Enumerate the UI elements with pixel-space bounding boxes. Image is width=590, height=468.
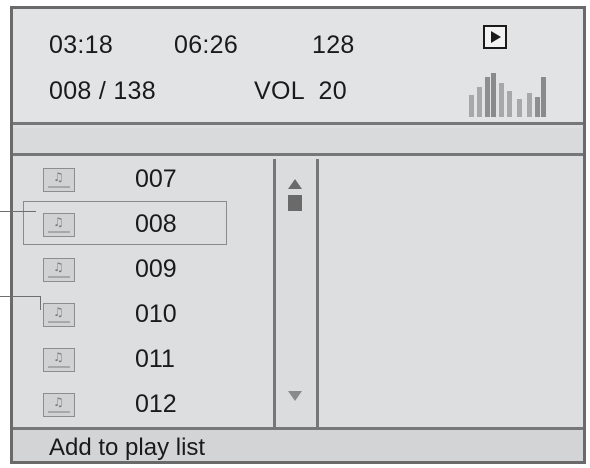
track-number: 011 [135,345,175,373]
volume-level: VOL 20 [254,77,347,105]
track-number: 012 [135,390,177,418]
track-number: 010 [135,300,177,328]
total-time: 06:26 [174,31,239,59]
status-panel: 03:18 06:26 128 008 / 138 VOL 20 [13,9,583,125]
track-number: 008 [135,210,177,238]
music-file-icon [43,303,75,327]
list-item-selected[interactable]: 008 [13,201,273,248]
equalizer-icon [461,73,547,117]
list-item[interactable]: 009 [13,249,273,293]
player-screen: 03:18 06:26 128 008 / 138 VOL 20 007 00 [10,6,586,464]
scroll-thumb[interactable] [288,195,302,211]
preview-panel [319,159,583,427]
music-file-icon [43,348,75,372]
list-scrollbar[interactable] [276,159,316,427]
callout-line [0,296,40,297]
music-file-icon [43,393,75,417]
elapsed-time: 03:18 [49,31,114,59]
track-number: 009 [135,255,177,283]
list-item[interactable]: 012 [13,384,273,428]
music-file-icon [43,213,75,237]
scroll-down-arrow-icon[interactable] [288,391,302,401]
music-file-icon [43,258,75,282]
list-item[interactable]: 011 [13,339,273,383]
scroll-up-arrow-icon[interactable] [288,179,302,189]
action-label: Add to play list [49,434,206,461]
file-list[interactable]: 007 008 009 010 011 012 [13,159,273,427]
callout-line [40,296,41,310]
callout-line [0,211,36,212]
play-icon [483,25,507,49]
list-item[interactable]: 010 [13,294,273,338]
bitrate: 128 [312,31,355,59]
track-position: 008 / 138 [49,77,156,105]
add-to-playlist-button[interactable]: Add to play list [13,427,583,461]
list-item[interactable]: 007 [13,159,273,203]
music-file-icon [43,168,75,192]
track-number: 007 [135,165,177,193]
title-bar [13,128,583,156]
